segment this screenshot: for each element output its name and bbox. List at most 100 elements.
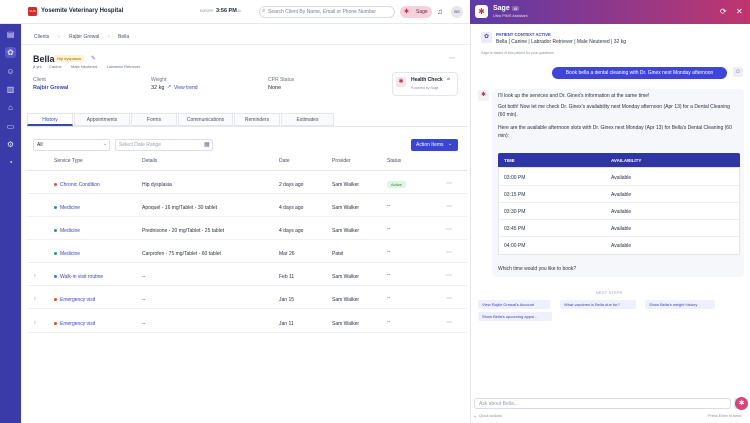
chip-vaccines[interactable]: What vaccines is Bella due for? (560, 300, 636, 309)
tab-estimates[interactable]: Estimates (281, 113, 334, 126)
service-type[interactable]: Chronic Condition (60, 182, 100, 188)
service-date: Jan 11 (279, 321, 294, 327)
status-text: -- (387, 203, 391, 209)
tab-communications[interactable]: Communications (178, 113, 233, 126)
slot-time[interactable]: 03:15 PM (504, 192, 525, 198)
condition-tag: Hip dysplasia (54, 55, 84, 62)
chip-label: View Rajbir Grewal's Account (482, 302, 535, 307)
weight-value: 32 kg (151, 85, 165, 91)
row-more-icon[interactable]: ⋯ (446, 226, 453, 233)
service-type[interactable]: Emergency visit (60, 321, 95, 327)
reply-line-2: Got both! Now let me check Dr. Ginex's a… (498, 104, 730, 118)
quick-actions-link[interactable]: Quick actions (479, 414, 502, 418)
breadcrumb-clients[interactable]: Clients (34, 34, 49, 40)
more-icon[interactable]: ⋯ (449, 55, 455, 62)
health-check-subtitle: Powered by Sage (411, 86, 439, 90)
reply-line-3: Here are the available afternoon slots w… (498, 125, 732, 139)
calendar-icon[interactable]: ▤ (5, 29, 16, 40)
refresh-icon[interactable]: ⟳ (720, 7, 727, 16)
status-text: -- (387, 249, 391, 255)
col-status: Status (387, 158, 402, 164)
cpr-label: CPR Status (268, 77, 295, 83)
tabs-divider (27, 126, 467, 127)
expand-icon[interactable]: › (34, 320, 36, 326)
service-type[interactable]: Walk-in visit routine (60, 274, 103, 280)
chip-view-account[interactable]: View Rajbir Grewal's Account (478, 300, 550, 309)
pin-icon[interactable]: ✎ (91, 55, 96, 62)
expand-icon[interactable]: › (34, 296, 36, 302)
chip-label: Show Bella's weight history (649, 302, 698, 307)
paw-icon[interactable]: ✿ (5, 47, 16, 58)
patient-species: Canine (49, 64, 62, 69)
service-type[interactable]: Medicine (60, 251, 80, 257)
sage-logo-icon: ✱ (475, 5, 488, 18)
status-text: -- (387, 319, 391, 325)
tab-reminders[interactable]: Reminders (234, 113, 280, 126)
users-icon[interactable]: ☺ (5, 66, 16, 77)
settings-icon[interactable]: ⚙ (5, 139, 16, 150)
health-check-title: Health Check (411, 77, 443, 83)
chip-upcoming-appointments[interactable]: Show Bella's upcoming appoi... (478, 312, 552, 321)
expand-icon[interactable]: › (34, 273, 36, 279)
bell-icon[interactable]: ♫ (437, 7, 443, 16)
sage-subtitle: Ultra PIMS Assistant (493, 14, 528, 18)
tab-history[interactable]: History (27, 113, 73, 126)
hospital-logo: VHS (28, 7, 37, 16)
close-icon[interactable]: ✕ (736, 7, 743, 16)
row-more-icon[interactable]: ⋯ (446, 295, 453, 302)
type-filter-select[interactable] (33, 139, 110, 151)
row-more-icon[interactable]: ⋯ (446, 272, 453, 279)
patient-sex: Male Neutered (71, 64, 98, 69)
service-type[interactable]: Medicine (60, 205, 80, 211)
service-details: -- (142, 321, 146, 327)
sage-header (470, 0, 750, 24)
service-type[interactable]: Medicine (60, 228, 80, 234)
view-trend-link[interactable]: View trend (174, 85, 198, 91)
message-icon[interactable]: ▭ (5, 121, 16, 132)
tab-appointments[interactable]: Appointments (74, 113, 130, 126)
sage-avatar-icon: ✱ (478, 90, 489, 101)
client-name-link[interactable]: Rajbir Grewal (33, 85, 68, 91)
col-details: Details (142, 158, 158, 164)
row-more-icon[interactable]: ⋯ (446, 203, 453, 210)
slot-time[interactable]: 03:45 PM (504, 226, 525, 232)
sage-button-label: Sage (416, 9, 428, 15)
sage-title: Sage (493, 5, 510, 12)
reply-line-1: I'll look up the services and Dr. Ginex'… (498, 93, 650, 99)
search-icon: ⌕ (262, 8, 266, 14)
context-title[interactable]: PATIENT CONTEXT ACTIVE (496, 32, 551, 37)
context-value: Bella | Canine | Labrador Retriever | Ma… (496, 39, 626, 45)
table-row-divider (27, 308, 467, 309)
slot-time[interactable]: 03:00 PM (504, 175, 525, 181)
reply-question: Which time would you like to book? (498, 266, 577, 272)
status-text: -- (387, 295, 391, 301)
service-type[interactable]: Emergency visit (60, 297, 95, 303)
table-row-divider (27, 332, 467, 333)
chart-icon[interactable]: ▥ (5, 84, 16, 95)
service-dot (54, 275, 57, 278)
service-provider: Sam Walker (332, 205, 360, 211)
row-more-icon[interactable]: ⋯ (446, 180, 453, 187)
tab-forms[interactable]: Forms (131, 113, 177, 126)
chip-label: Show Bella's upcoming appoi... (482, 314, 538, 319)
breadcrumb-client[interactable]: Rajbir Grewal (69, 34, 99, 40)
service-dot (54, 252, 57, 255)
row-more-icon[interactable]: ⋯ (446, 249, 453, 256)
table-row-divider (27, 285, 467, 286)
service-details: Prednisone - 20 mg/Tablet - 25 tablet (142, 228, 224, 234)
slot-time[interactable]: 04:00 PM (504, 243, 525, 249)
date-range-placeholder: Select Date Range (119, 142, 161, 148)
clock1-label: EUROPE (200, 9, 214, 13)
type-filter-value: All (37, 142, 43, 148)
service-provider: Sam Walker (332, 182, 360, 188)
user-avatar[interactable]: BS (451, 6, 463, 18)
sage-fab-button[interactable]: ✱ (735, 397, 748, 410)
slot-time[interactable]: 03:30 PM (504, 209, 525, 215)
service-dot (54, 206, 57, 209)
help-icon[interactable]: ◔ (5, 157, 16, 168)
health-ai-badge: AI (447, 77, 451, 81)
row-more-icon[interactable]: ⋯ (446, 319, 453, 326)
bank-icon[interactable]: ⌂ (5, 102, 16, 113)
chip-weight-history[interactable]: Show Bella's weight history (645, 300, 715, 309)
context-note: Sage is aware of this patient for your q… (481, 51, 554, 55)
